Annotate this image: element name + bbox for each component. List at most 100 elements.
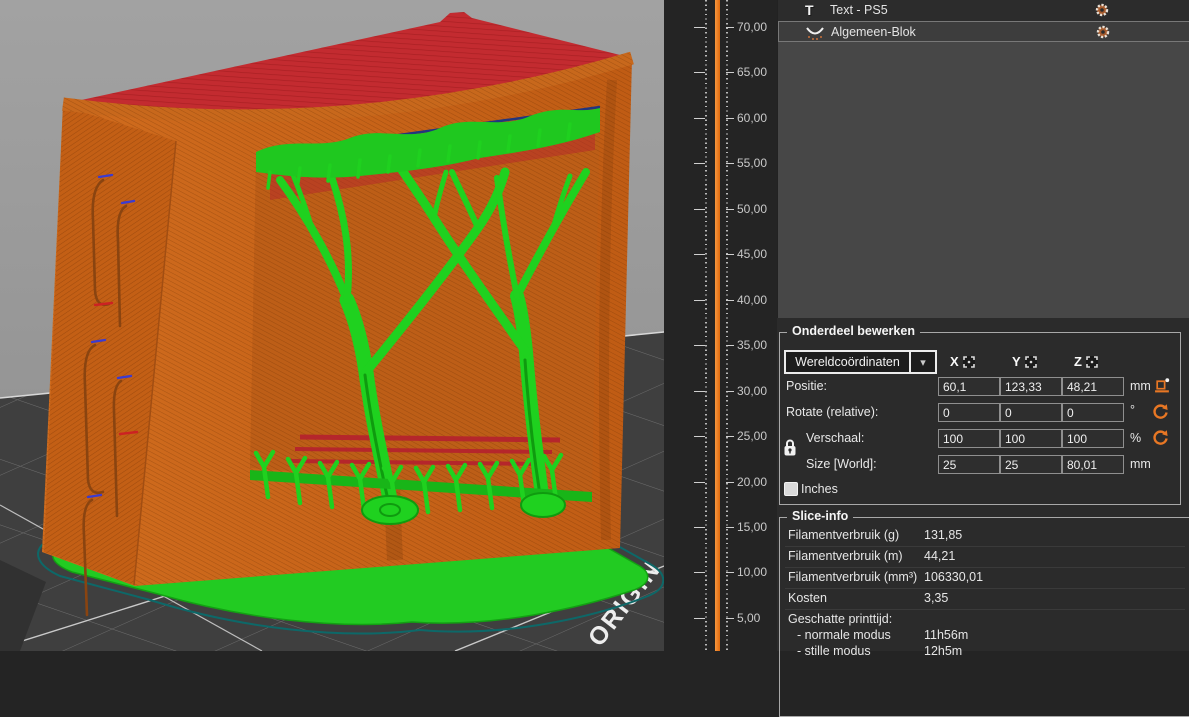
ruler-major-tick	[726, 27, 734, 28]
slice-info-row: Kosten3,35	[785, 589, 1185, 610]
ruler-minor-ticks-left	[705, 0, 707, 651]
ruler-label: 50,00	[737, 202, 767, 216]
settings-gear-icon[interactable]	[1094, 2, 1110, 18]
ruler-major-tick	[694, 436, 705, 437]
scale-unit: %	[1130, 431, 1141, 445]
position-label: Positie:	[786, 379, 827, 393]
size-z-field[interactable]	[1062, 455, 1124, 474]
viewport-scene: ORIGIN	[0, 0, 664, 651]
ruler-major-tick	[694, 209, 705, 210]
ruler-major-tick	[726, 209, 734, 210]
ruler-label: 70,00	[737, 20, 767, 34]
ruler-major-tick	[694, 254, 705, 255]
layer-ruler: 70,00 65,00 60,00 55,00 50,00 45,00 40,00 35,00…	[664, 0, 777, 651]
ruler-major-tick	[726, 527, 734, 528]
slicer-app-window: { "model_list": { "items": [ { "label": …	[0, 0, 1189, 651]
ruler-major-tick	[726, 163, 734, 164]
size-unit: mm	[1130, 457, 1151, 471]
reset-rotation-icon[interactable]	[1152, 402, 1169, 419]
settings-gear-icon[interactable]	[1095, 24, 1111, 40]
mesh-object-icon	[806, 24, 824, 41]
rotate-unit: °	[1130, 403, 1135, 417]
chevron-down-icon[interactable]: ▾	[909, 352, 935, 372]
print-time-row: - stille modus 12h5m	[785, 642, 1185, 662]
ruler-major-tick	[726, 436, 734, 437]
ruler-major-tick	[726, 391, 734, 392]
column-header-y: Y	[1012, 354, 1037, 369]
text-object-icon: T	[805, 2, 823, 19]
model-list[interactable]: T Text - PS5 Algemeen-Blok	[777, 0, 1189, 318]
ruler-major-tick	[726, 72, 734, 73]
slice-info-title: Slice-info	[787, 509, 853, 523]
slice-info-row: Filamentverbruik (g)131,85	[785, 526, 1185, 547]
slice-info-row: Filamentverbruik (mm³)106330,01	[785, 568, 1185, 589]
ruler-major-tick	[694, 72, 705, 73]
ruler-label: 5,00	[737, 611, 760, 625]
axis-lock-icon[interactable]	[1086, 356, 1098, 368]
layer-range-slider[interactable]	[715, 0, 720, 651]
ruler-label: 65,00	[737, 65, 767, 79]
position-z-field[interactable]	[1062, 377, 1124, 396]
scale-label: Verschaal:	[806, 431, 864, 445]
ruler-major-tick	[694, 163, 705, 164]
position-x-field[interactable]	[938, 377, 1000, 396]
axis-lock-icon[interactable]	[963, 356, 975, 368]
scale-lock-icon[interactable]	[783, 438, 797, 457]
axis-lock-icon[interactable]	[1025, 356, 1037, 368]
ruler-major-tick	[726, 618, 734, 619]
ruler-major-tick	[726, 254, 734, 255]
viewport-3d[interactable]: ORIGIN	[0, 0, 664, 651]
model-item-label: Text - PS5	[830, 3, 888, 17]
coordinate-system-dropdown[interactable]: Wereldcoördinaten ▾	[784, 350, 937, 374]
size-y-field[interactable]	[1000, 455, 1062, 474]
reset-scale-icon[interactable]	[1152, 428, 1169, 445]
size-label: Size [World]:	[806, 457, 877, 471]
ruler-label: 10,00	[737, 565, 767, 579]
column-header-x: X	[950, 354, 975, 369]
scale-x-field[interactable]	[938, 429, 1000, 448]
column-header-z: Z	[1074, 354, 1098, 369]
rotate-y-field[interactable]	[1000, 403, 1062, 422]
ruler-major-tick	[726, 572, 734, 573]
ruler-label: 30,00	[737, 384, 767, 398]
ruler-label: 35,00	[737, 338, 767, 352]
rotate-z-field[interactable]	[1062, 403, 1124, 422]
scale-z-field[interactable]	[1062, 429, 1124, 448]
ruler-major-tick	[726, 300, 734, 301]
ruler-major-tick	[694, 482, 705, 483]
ruler-major-tick	[694, 572, 705, 573]
ruler-major-tick	[726, 345, 734, 346]
position-y-field[interactable]	[1000, 377, 1062, 396]
size-x-field[interactable]	[938, 455, 1000, 474]
ruler-label: 40,00	[737, 293, 767, 307]
ruler-major-tick	[694, 118, 705, 119]
ruler-minor-ticks-right	[726, 0, 728, 651]
slice-info-row: Filamentverbruik (m)44,21	[785, 547, 1185, 568]
model-list-item-selected[interactable]: Algemeen-Blok	[778, 21, 1189, 42]
scale-y-field[interactable]	[1000, 429, 1062, 448]
inches-checkbox[interactable]	[784, 482, 798, 496]
rotate-label: Rotate (relative):	[786, 405, 878, 419]
ruler-major-tick	[694, 391, 705, 392]
ruler-label: 55,00	[737, 156, 767, 170]
ruler-major-tick	[694, 618, 705, 619]
ruler-major-tick	[726, 118, 734, 119]
ruler-label: 60,00	[737, 111, 767, 125]
ruler-label: 25,00	[737, 429, 767, 443]
right-panel: T Text - PS5 Algemeen-Blok Onderdeel bew…	[777, 0, 1189, 651]
drop-to-bed-icon[interactable]	[1154, 377, 1171, 394]
ruler-major-tick	[694, 300, 705, 301]
model-list-item[interactable]: T Text - PS5	[778, 0, 1189, 21]
slice-info-group: Slice-info Filamentverbruik (g)131,85 Fi…	[779, 517, 1189, 717]
ruler-label: 45,00	[737, 247, 767, 261]
edit-group-title: Onderdeel bewerken	[787, 324, 920, 338]
edit-part-group: Onderdeel bewerken Wereldcoördinaten ▾ X…	[779, 332, 1181, 505]
position-unit: mm	[1130, 379, 1151, 393]
ruler-major-tick	[726, 482, 734, 483]
rotate-x-field[interactable]	[938, 403, 1000, 422]
model-item-label: Algemeen-Blok	[831, 25, 916, 39]
printed-model	[38, 12, 663, 633]
ruler-major-tick	[694, 527, 705, 528]
ruler-major-tick	[694, 345, 705, 346]
inches-label: Inches	[801, 482, 838, 496]
